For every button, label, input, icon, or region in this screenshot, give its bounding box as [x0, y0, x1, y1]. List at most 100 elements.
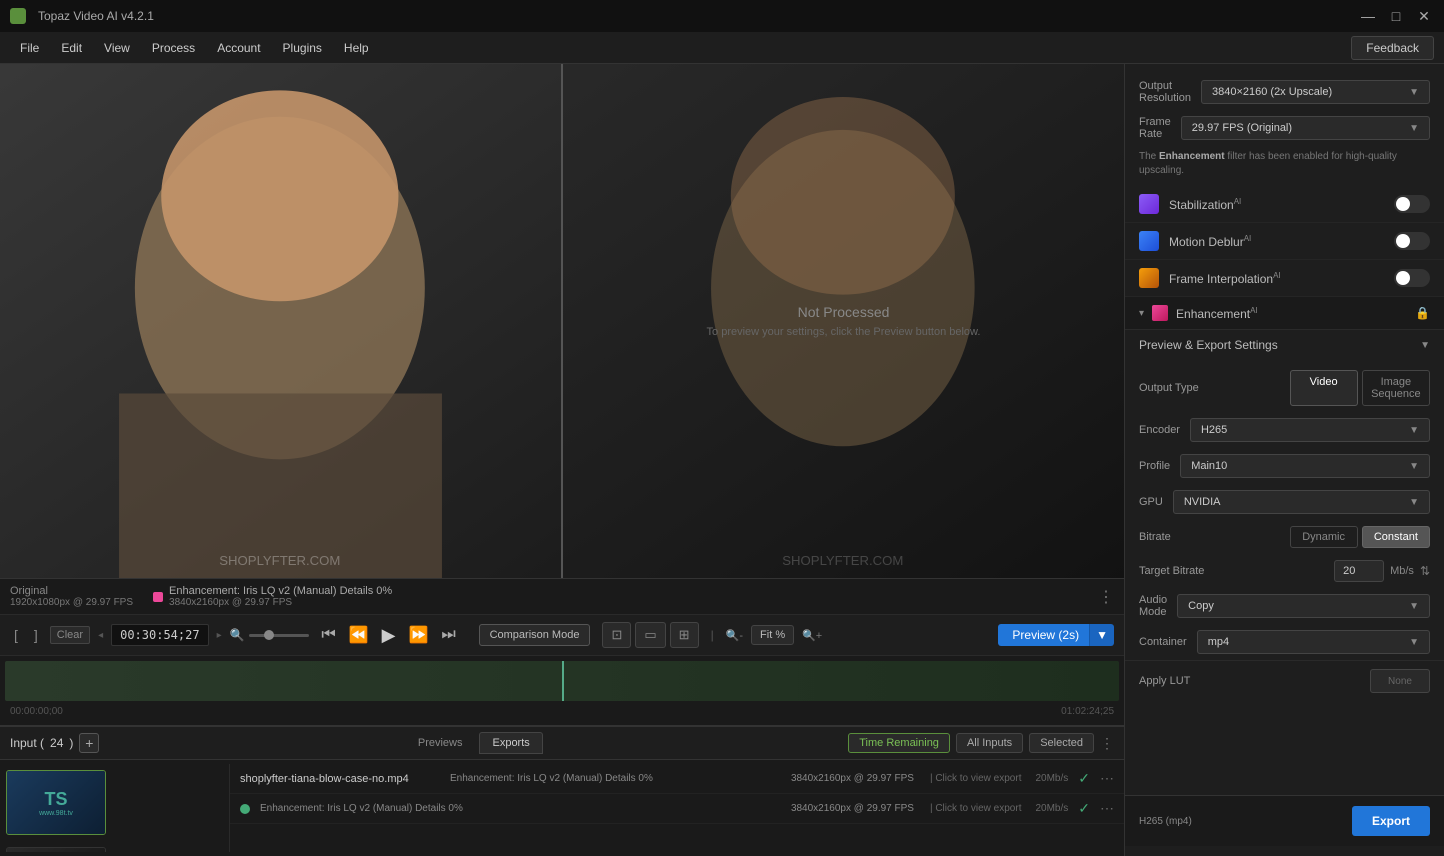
- timeline-track[interactable]: [5, 661, 1119, 701]
- motion-deblur-toggle[interactable]: [1394, 232, 1430, 250]
- frame-rate-arrow-icon: ▼: [1409, 123, 1419, 134]
- comparison-mode-button[interactable]: Comparison Mode: [479, 624, 591, 646]
- menu-view[interactable]: View: [94, 37, 140, 59]
- queue-more-button[interactable]: ⋮: [1100, 735, 1114, 752]
- container-label: Container: [1139, 636, 1187, 648]
- info-bar: Original 1920x1080px @ 29.97 FPS Enhance…: [0, 578, 1124, 614]
- frame-interpolation-toggle[interactable]: [1394, 269, 1430, 287]
- bitrate-stepper-icon[interactable]: ⇅: [1420, 564, 1430, 578]
- container-dropdown[interactable]: mp4 ▼: [1197, 630, 1430, 654]
- dynamic-bitrate-button[interactable]: Dynamic: [1290, 526, 1358, 548]
- enhancement-section-header[interactable]: ▾ EnhancementAI 🔒: [1125, 297, 1444, 329]
- queue-item-1[interactable]: shoplyfter-tiana-blow-case-no.mp4 Enhanc…: [230, 764, 1124, 794]
- view-mode-buttons: ⊡ ▭ ⊞: [602, 622, 698, 648]
- target-bitrate-input[interactable]: [1334, 560, 1384, 582]
- action-1: | Click to view export: [930, 773, 1022, 784]
- zoom-in-small-icon[interactable]: 🔍+: [802, 629, 822, 642]
- lock-icon[interactable]: 🔒: [1415, 306, 1430, 320]
- menu-plugins[interactable]: Plugins: [273, 37, 332, 59]
- enhancement-resolution: 3840x2160px @ 29.97 FPS: [169, 597, 392, 608]
- menu-items: File Edit View Process Account Plugins H…: [10, 37, 379, 59]
- preview-button[interactable]: Preview (2s): [998, 624, 1093, 646]
- thumb-2-bg: [7, 848, 105, 852]
- file-thumb-1[interactable]: TS www.98t.tv: [6, 770, 106, 835]
- constant-bitrate-button[interactable]: Constant: [1362, 526, 1430, 548]
- app-icon: [10, 8, 26, 24]
- queue-more-2[interactable]: ⋯: [1100, 800, 1114, 817]
- tab-previews[interactable]: Previews: [405, 732, 476, 754]
- bracket-close-button[interactable]: ]: [30, 625, 42, 645]
- video-background-processed: SHOPLYFTER.COM Not Processed To preview …: [563, 64, 1124, 578]
- step-back-button[interactable]: ⏪: [347, 625, 371, 645]
- motion-deblur-label: Motion DeblurAI: [1169, 234, 1384, 249]
- time-remaining-button[interactable]: Time Remaining: [848, 733, 950, 753]
- bracket-open-button[interactable]: [: [10, 625, 22, 645]
- zoom-slider[interactable]: [249, 634, 309, 637]
- collapse-icon[interactable]: ▾: [1139, 308, 1144, 319]
- export-footer: H265 (mp4) Export: [1125, 795, 1444, 846]
- right-panel: Output Resolution 3840×2160 (2x Upscale)…: [1124, 64, 1444, 856]
- preview-dropdown-button[interactable]: ▼: [1089, 624, 1114, 646]
- bitrate-label: Bitrate: [1139, 531, 1280, 543]
- close-button[interactable]: ✕: [1414, 8, 1434, 25]
- chevron-right-icon[interactable]: ▸: [217, 630, 222, 641]
- controls-bar: [ ] Clear ◂ 00:30:54;27 ▸ 🔍 ⏮ ⏪ ▶ ⏩ ⏭ Co…: [0, 614, 1124, 656]
- bitrate-2: 20Mb/s: [1035, 803, 1068, 814]
- preview-export-header[interactable]: Preview & Export Settings ▼: [1125, 329, 1444, 360]
- profile-dropdown[interactable]: Main10 ▼: [1180, 454, 1430, 478]
- menu-help[interactable]: Help: [334, 37, 379, 59]
- selected-button[interactable]: Selected: [1029, 733, 1094, 753]
- export-button[interactable]: Export: [1352, 806, 1430, 836]
- ts-url: www.98t.tv: [39, 810, 73, 817]
- action-2: | Click to view export: [930, 803, 1022, 814]
- frame-interpolation-icon: [1139, 268, 1159, 288]
- feedback-button[interactable]: Feedback: [1351, 36, 1434, 60]
- side-view-button[interactable]: ▭: [635, 622, 665, 648]
- zoom-out-small-icon[interactable]: 🔍-: [726, 629, 743, 642]
- timeline[interactable]: 00:00:00;00 01:02:24;25: [0, 656, 1124, 726]
- original-label: Original: [10, 585, 133, 597]
- separator: |: [711, 628, 714, 642]
- info-more-button[interactable]: ⋮: [1098, 587, 1114, 607]
- clear-button[interactable]: Clear: [50, 626, 90, 644]
- image-sequence-type-button[interactable]: Image Sequence: [1362, 370, 1430, 406]
- output-resolution-row: Output Resolution 3840×2160 (2x Upscale)…: [1125, 74, 1444, 110]
- queue-item-2[interactable]: Enhancement: Iris LQ v2 (Manual) Details…: [230, 794, 1124, 824]
- skip-end-button[interactable]: ⏭: [437, 626, 461, 644]
- menu-account[interactable]: Account: [207, 37, 270, 59]
- video-type-button[interactable]: Video: [1290, 370, 1358, 406]
- split-view-button[interactable]: ⊡: [602, 622, 631, 648]
- output-type-buttons: Video Image Sequence: [1290, 370, 1431, 406]
- audio-mode-dropdown[interactable]: Copy ▼: [1177, 594, 1430, 618]
- resolution-1: 3840x2160px @ 29.97 FPS: [791, 773, 914, 784]
- preview-export-arrow-icon[interactable]: ▼: [1420, 340, 1430, 351]
- chevron-left-icon[interactable]: ◂: [98, 630, 103, 641]
- queue-check-2[interactable]: ✓: [1078, 800, 1090, 817]
- fit-select[interactable]: Fit %: [751, 625, 794, 645]
- stabilization-toggle[interactable]: [1394, 195, 1430, 213]
- skip-start-button[interactable]: ⏮: [317, 626, 341, 644]
- queue-more-1[interactable]: ⋯: [1100, 770, 1114, 787]
- file-thumb-2[interactable]: [6, 847, 106, 852]
- timeline-needle[interactable]: [562, 661, 564, 701]
- step-forward-button[interactable]: ⏩: [407, 625, 431, 645]
- overlay-view-button[interactable]: ⊞: [670, 622, 699, 648]
- add-input-button[interactable]: +: [79, 733, 99, 753]
- menu-file[interactable]: File: [10, 37, 49, 59]
- all-inputs-button[interactable]: All Inputs: [956, 733, 1023, 753]
- queue-check-1[interactable]: ✓: [1078, 770, 1090, 787]
- frame-rate-dropdown[interactable]: 29.97 FPS (Original) ▼: [1181, 116, 1430, 140]
- video-background-original: SHOPLYFTER.COM: [0, 64, 561, 578]
- maximize-button[interactable]: □: [1386, 8, 1406, 24]
- output-resolution-dropdown[interactable]: 3840×2160 (2x Upscale) ▼: [1201, 80, 1430, 104]
- minimize-button[interactable]: —: [1358, 8, 1378, 24]
- play-button[interactable]: ▶: [377, 625, 401, 646]
- menu-bar: File Edit View Process Account Plugins H…: [0, 32, 1444, 64]
- video-pane-original: SHOPLYFTER.COM: [0, 64, 563, 578]
- menu-process[interactable]: Process: [142, 37, 205, 59]
- gpu-dropdown[interactable]: NVIDIA ▼: [1173, 490, 1430, 514]
- menu-edit[interactable]: Edit: [51, 37, 92, 59]
- tab-exports[interactable]: Exports: [479, 732, 542, 754]
- apply-lut-button[interactable]: None: [1370, 669, 1430, 693]
- encoder-dropdown[interactable]: H265 ▼: [1190, 418, 1430, 442]
